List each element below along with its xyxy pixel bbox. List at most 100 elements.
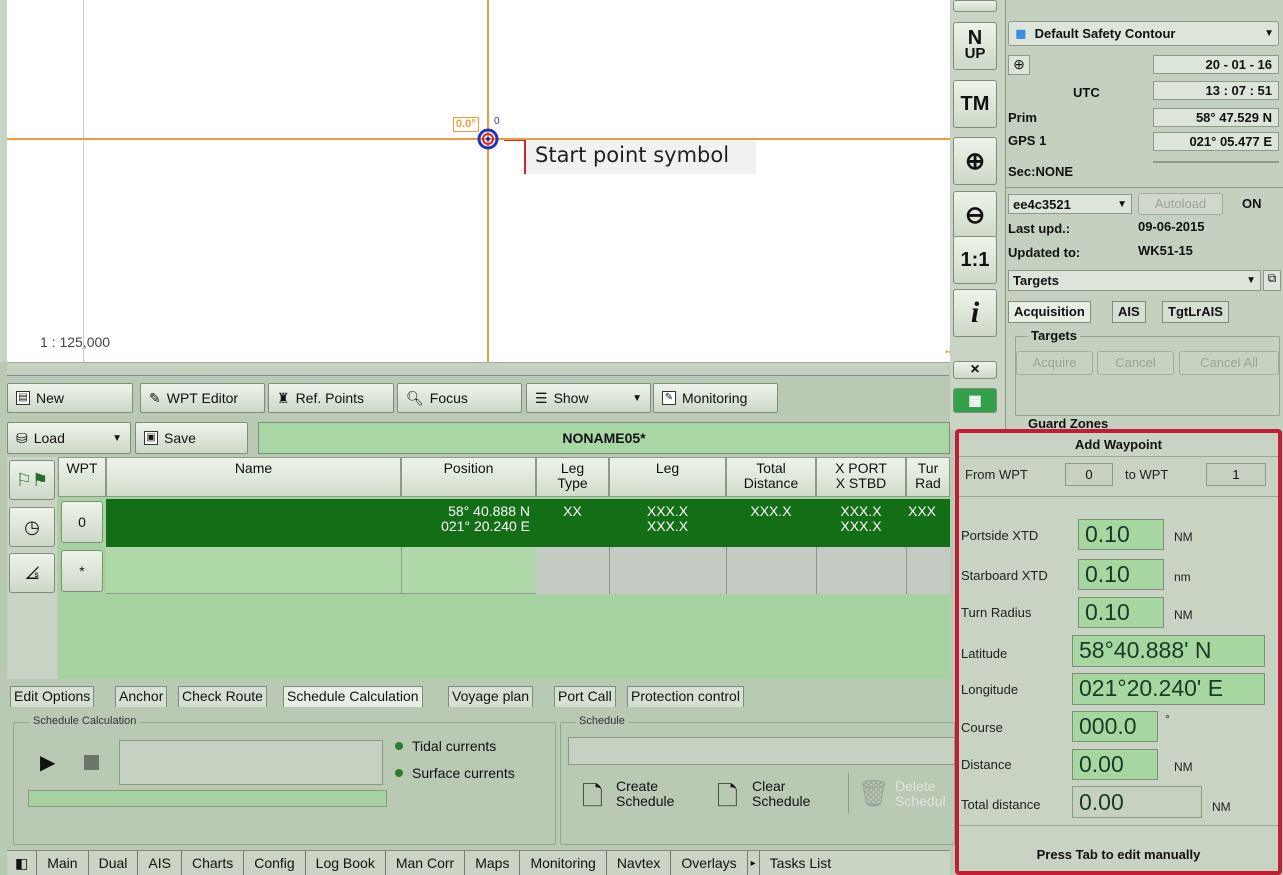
tab-ais[interactable]: AIS [1112,301,1146,323]
tab-schedule-calculation[interactable]: Schedule Calculation [283,686,423,707]
nav-monitoring[interactable]: Monitoring [520,850,607,875]
wpt-editor-button[interactable]: ✎ WPT Editor [140,383,265,413]
column-header-leg[interactable]: Leg [609,457,726,497]
close-button[interactable]: × [953,361,997,379]
targets-dropdown-label: Targets [1013,273,1059,288]
nav-config[interactable]: Config [244,850,306,875]
column-header-xtd[interactable]: X PORT X STBD [816,457,906,497]
acquire-button[interactable]: Acquire [1016,351,1093,375]
latitude-label: Latitude [961,646,1008,661]
nav-ais[interactable]: AIS [138,850,182,875]
nav-main[interactable]: Main [37,850,89,875]
info-button[interactable]: i [953,289,997,337]
tab-anchor[interactable]: Anchor [115,686,168,707]
expand-arrow-icon[interactable]: ▸ [748,850,760,875]
turn-radius-input[interactable]: 0.10 [1078,597,1164,628]
splitter-bar[interactable] [7,362,949,376]
position-source-icon[interactable]: ⊕ [1008,55,1030,75]
cancel-button[interactable]: Cancel [1097,351,1174,375]
tm-button[interactable]: TM [953,80,997,128]
chart-view[interactable]: 0.0° 0 Start point symbol 1 : 125,000 •• [0,0,950,362]
last-upd-value: 09-06-2015 [1138,219,1205,234]
new-wpt-row-button[interactable]: * [61,550,103,592]
chat-icon: ◼ [1015,25,1027,41]
anchor-drawing-button[interactable]: ⦞ [9,553,55,593]
column-header-position[interactable]: Position [401,457,536,497]
distance-input[interactable]: 0.00 [1072,749,1158,780]
new-button[interactable]: ▤ New [7,383,133,413]
chart-id-dropdown[interactable]: ee4c3521 ▼ [1008,194,1132,214]
wpt-number-button[interactable]: 0 [61,501,103,543]
ref-points-button[interactable]: ♜ Ref. Points [268,383,394,413]
delete-schedule-icon: 🗑 [857,778,891,808]
nav-overlays[interactable]: Overlays [671,850,748,875]
keyboard-icon[interactable]: ▦ [953,388,997,413]
table-row-new-disabled-cells [536,547,950,594]
schedule-clock-button[interactable]: ◷ [9,507,55,547]
tab-tgtlrais[interactable]: TgtLrAIS [1162,301,1229,323]
tidal-currents-label: Tidal currents [412,738,497,754]
stop-icon[interactable] [84,755,99,770]
portside-xtd-input[interactable]: 0.10 [1078,519,1164,550]
start-point-symbol-icon[interactable] [477,128,499,150]
schedule-display [568,737,955,765]
tab-acquisition[interactable]: Acquisition [1008,301,1091,323]
course-label: Course [961,720,1003,735]
column-header-wpt[interactable]: WPT [58,457,106,497]
tab-edit-options[interactable]: Edit Options [10,686,95,707]
course-input[interactable]: 000.0 [1072,711,1158,742]
chevron-down-icon: ▼ [1117,198,1127,210]
starboard-xtd-input[interactable]: 0.10 [1078,559,1164,590]
last-upd-label: Last upd.: [1008,221,1071,236]
clear-schedule-icon[interactable]: 🗋 [717,778,738,822]
distance-unit: NM [1174,760,1193,774]
sec-label: Sec:NONE [1008,164,1074,179]
nav-charts[interactable]: Charts [182,850,245,875]
nav-maps[interactable]: Maps [465,850,521,875]
column-header-turn-radius[interactable]: Tur Rad [906,457,950,497]
route-flags-button[interactable]: ⚐⚑ [9,460,55,500]
tab-check-route[interactable]: Check Route [178,686,267,707]
latitude-input[interactable]: 58°40.888' N [1072,635,1265,667]
zoom-out-icon[interactable]: ⊖ [953,191,997,239]
targets-dropdown[interactable]: Targets ▼ [1008,270,1261,291]
focus-button[interactable]: 🔍︎ Focus [397,383,522,413]
one-to-one-button[interactable]: 1:1 [953,236,997,284]
column-header-total-distance[interactable]: Total Distance [726,457,816,497]
safety-contour-dropdown[interactable]: ◼ Default Safety Contour ▼ [1008,21,1279,46]
to-wpt-value: 1 [1206,463,1266,486]
save-button[interactable]: ▣ Save [135,422,248,454]
column-header-leg-type[interactable]: Leg Type [536,457,609,497]
zoom-in-icon[interactable]: ⊕ [953,137,997,185]
column-header-name[interactable]: Name [106,457,401,497]
north-up-button[interactable]: N UP [953,22,997,70]
tab-port-call[interactable]: Port Call [554,686,616,707]
clear-schedule-button[interactable]: Clear Schedule [752,779,810,809]
nav-man-corr[interactable]: Man Corr [386,850,466,875]
nav-tasks-list[interactable]: Tasks List [760,851,841,875]
cancel-all-button[interactable]: Cancel All [1179,351,1279,375]
longitude-input[interactable]: 021°20.240' E [1072,673,1265,705]
autoload-button[interactable]: Autoload [1138,193,1223,215]
play-icon[interactable]: ▶ [40,750,55,775]
top-button[interactable] [953,0,997,12]
tab-protection-control[interactable]: Protection control [627,686,744,707]
create-schedule-button[interactable]: Create Schedule [616,779,674,809]
monitoring-button[interactable]: ✎ Monitoring [653,383,778,413]
nav-navtex[interactable]: Navtex [607,850,672,875]
lighthouse-icon: ♜ [277,389,290,406]
waypoint-number-label: 0 [494,116,500,127]
undock-icon[interactable]: ⧉ [1263,270,1281,291]
delete-schedule-button[interactable]: Delete Schedul [895,779,950,809]
create-schedule-icon[interactable]: 🗋 [582,778,603,822]
longitude-label: Longitude [961,682,1019,697]
nav-log-book[interactable]: Log Book [306,850,386,875]
nav-dual[interactable]: Dual [89,850,139,875]
add-waypoint-dialog: Add Waypoint From WPT 0 to WPT 1 Portsid… [955,429,1282,875]
show-dropdown[interactable]: ☰ Show ▼ [526,383,651,413]
route-table: WPT Name Position Leg Type Leg Total Dis… [58,457,950,679]
panel-toggle-icon[interactable]: ◧ [7,850,38,875]
load-dropdown[interactable]: ⛁ Load ▼ [7,422,131,454]
magnifier-icon: 🔍︎ [406,389,424,406]
tab-voyage-plan[interactable]: Voyage plan [448,686,534,707]
